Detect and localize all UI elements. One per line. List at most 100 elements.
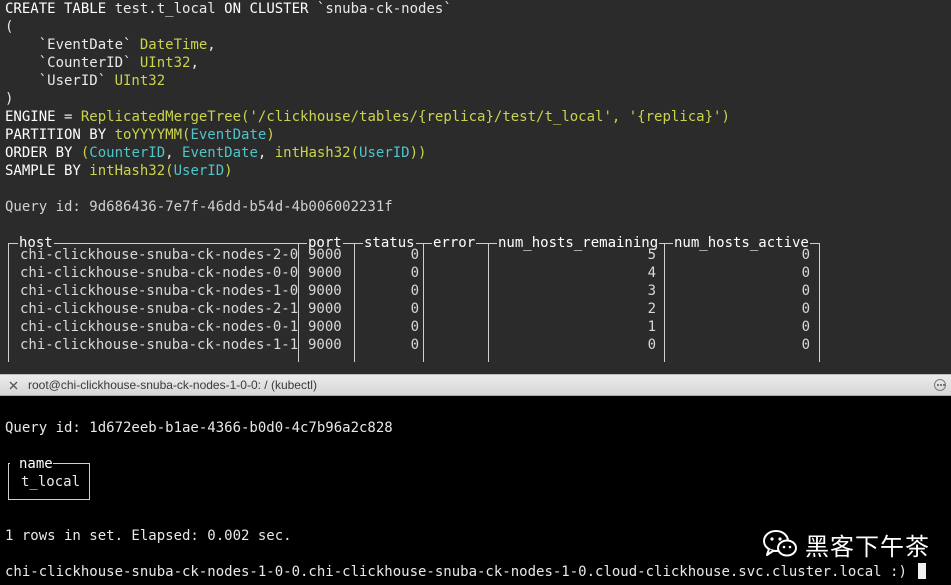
sql-keyword: CREATE TABLE [5,1,107,17]
sql-keyword: SAMPLE BY [5,163,81,179]
sql-table-name: test.t_local [106,1,225,17]
window-titlebar[interactable]: root@chi-clickhouse-snuba-ck-nodes-1-0-0… [0,374,951,396]
sql-punct: , [165,145,183,161]
sql-keyword: ON CLUSTER [224,1,309,17]
sql-column-ref: EventDate [190,127,267,143]
sql-cluster-name: `snuba-ck-nodes` [308,1,452,17]
table-header-num-hosts-remaining: num_hosts_remaining [497,234,660,252]
table-cell: 1 [647,319,656,335]
table-cell: 0 [647,337,656,353]
result-column-header: name [19,456,53,472]
sql-punct: , [257,145,275,161]
table-cell: 0 [410,301,419,317]
table-cell: 0 [801,337,810,353]
sql-column-name: `EventDate` [5,37,140,53]
table-cell: chi-clickhouse-snuba-ck-nodes-0-0 [20,265,299,281]
wechat-icon [763,530,797,557]
top-terminal-pane[interactable]: CREATE TABLE test.t_local ON CLUSTER `sn… [0,0,951,374]
sql-type: UInt32 [114,73,166,89]
result-cell: t_local [21,474,81,490]
more-options-icon[interactable] [934,379,946,391]
table-cell: chi-clickhouse-snuba-ck-nodes-2-0 [20,247,299,263]
sql-function: ReplicatedMergeTree [80,109,242,125]
sql-punct: ) [5,91,14,107]
sql-line-sample: SAMPLE BY intHash32(UserID) [5,162,233,180]
sql-function: intHash32 [80,163,166,179]
table-cell: 0 [410,337,419,353]
sql-line-col1: `EventDate` DateTime, [5,36,216,54]
sql-column-ref: EventDate [182,145,258,161]
table-header-status: status [363,234,416,252]
table-cell: 5 [647,247,656,263]
sql-keyword: ORDER BY [5,145,73,161]
sql-punct: ( [5,19,14,35]
table-column-frame [423,243,489,362]
sql-punct: ( [165,163,174,179]
sql-punct: ) [224,163,233,179]
sql-column-ref: UserID [173,163,225,179]
sql-engine-args: ('/clickhouse/tables/{replica}/test/t_lo… [241,109,730,125]
table-cell: 0 [410,265,419,281]
table-column-frame [488,243,665,362]
sql-punct: , [207,37,216,53]
sql-line-engine: ENGINE = ReplicatedMergeTree('/clickhous… [5,108,730,126]
table-cell: 3 [647,283,656,299]
table-cell: 0 [410,283,419,299]
sql-keyword: PARTITION BY [5,127,107,143]
table-cell: 0 [410,319,419,335]
sql-type: DateTime [139,37,208,53]
table-cell: 9000 [308,319,342,335]
sql-line-col2: `CounterID` UInt32, [5,54,199,72]
sql-punct: , [190,55,199,71]
shell-prompt: chi-clickhouse-snuba-ck-nodes-1-0-0.chi-… [5,564,916,580]
table-cell: 9000 [308,283,342,299]
table-column-frame [664,243,820,362]
close-icon[interactable] [9,381,18,390]
prompt-line[interactable]: chi-clickhouse-snuba-ck-nodes-1-0-0.chi-… [5,563,927,581]
sql-keyword: ENGINE [5,109,56,125]
sql-function: intHash32 [274,145,351,161]
sql-column-name: `UserID` [5,73,115,89]
table-header-num-hosts-active: num_hosts_active [673,234,810,252]
table-cell: 0 [801,319,810,335]
sql-line-open-paren: ( [5,18,13,36]
table-cell: chi-clickhouse-snuba-ck-nodes-1-0 [20,283,299,299]
sql-type: UInt32 [139,55,191,71]
query-id-line: Query id: 9d686436-7e7f-46dd-b54d-4b0060… [5,199,393,215]
table-header-error: error [432,234,477,252]
sql-line-partition: PARTITION BY toYYYYMM(EventDate) [5,126,275,144]
text-cursor [918,563,927,579]
sql-column-ref: UserID [359,145,410,161]
table-cell: 0 [801,283,810,299]
sql-line-order: ORDER BY (CounterID, EventDate, intHash3… [5,144,426,162]
table-cell: 9000 [308,337,342,353]
watermark-text: 黑客下午茶 [805,532,930,561]
table-cell: chi-clickhouse-snuba-ck-nodes-1-1 [20,337,299,353]
table-cell: chi-clickhouse-snuba-ck-nodes-0-1 [20,319,299,335]
sql-column-ref: CounterID [89,145,166,161]
sql-function: toYYYYMM [106,127,183,143]
table-cell: 0 [801,301,810,317]
table-cell: 0 [801,265,810,281]
sql-punct: ) [266,127,275,143]
sql-punct: = [55,109,81,125]
window-title: root@chi-clickhouse-snuba-ck-nodes-1-0-0… [28,378,317,392]
table-cell: 9000 [308,247,342,263]
sql-column-name: `CounterID` [5,55,140,71]
table-cell: 2 [647,301,656,317]
result-table: host port status error num_hosts_remaining nu… [8,234,820,362]
sql-line-col3: `UserID` UInt32 [5,72,165,90]
table-cell: chi-clickhouse-snuba-ck-nodes-2-1 [20,301,299,317]
table-cell: 9000 [308,301,342,317]
sql-line-create: CREATE TABLE test.t_local ON CLUSTER `sn… [5,0,452,18]
table-cell: 9000 [308,265,342,281]
watermark: 黑客下午茶 [762,525,930,563]
table-cell: 0 [801,247,810,263]
query-id-line: Query id: 1d672eeb-b1ae-4366-b0d0-4c7b96… [5,420,393,436]
table-cell: 0 [410,247,419,263]
sql-punct: )) [409,145,427,161]
sql-line-close-paren: ) [5,90,13,108]
rows-summary: 1 rows in set. Elapsed: 0.002 sec. [5,528,292,544]
table-cell: 4 [647,265,656,281]
sql-punct: ( [72,145,90,161]
